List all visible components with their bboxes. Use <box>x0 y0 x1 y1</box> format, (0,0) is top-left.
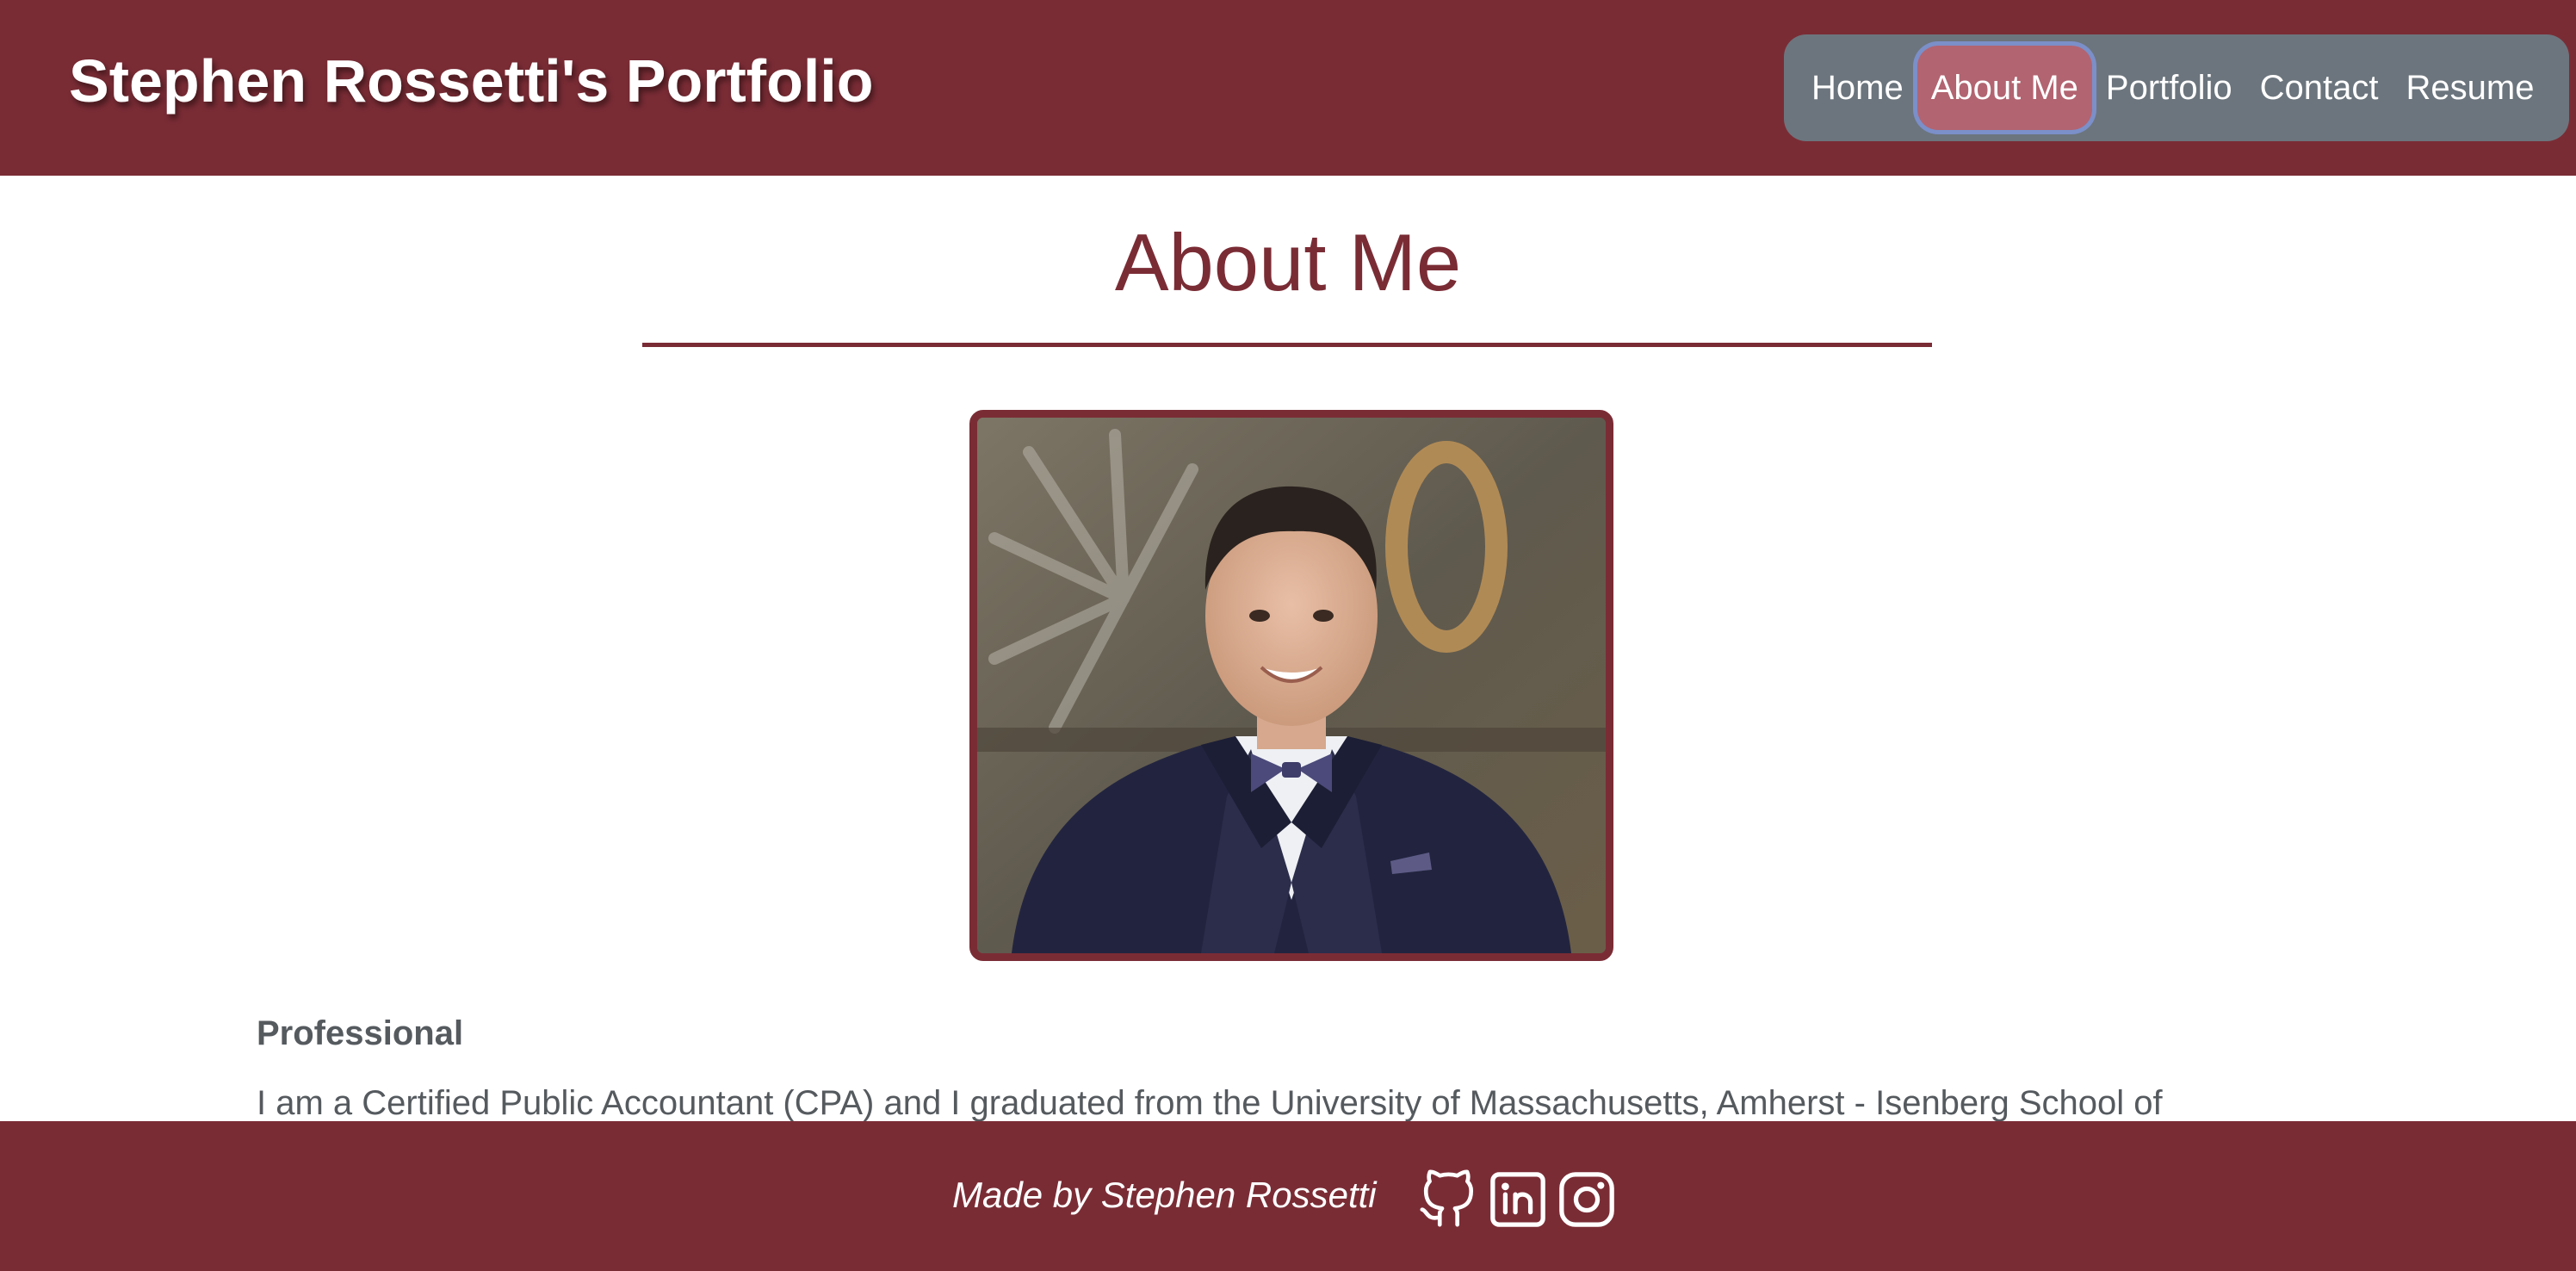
nav-contact[interactable]: Contact <box>2246 46 2393 130</box>
professional-paragraph: I am a Certified Public Accountant (CPA)… <box>257 1084 2163 1122</box>
nav-home[interactable]: Home <box>1798 46 1917 130</box>
instagram-icon[interactable] <box>1557 1169 1617 1230</box>
footer-credit: Made by Stephen Rossetti <box>952 1175 1377 1215</box>
site-header: Stephen Rossetti's Portfolio Home About … <box>0 0 2576 176</box>
main-nav: Home About Me Portfolio Contact Resume <box>1784 34 2569 141</box>
section-heading-professional: Professional <box>257 1014 464 1052</box>
heading-divider <box>642 343 1932 347</box>
site-title: Stephen Rossetti's Portfolio <box>69 47 874 115</box>
nav-resume[interactable]: Resume <box>2393 46 2548 130</box>
linkedin-icon[interactable] <box>1488 1169 1548 1230</box>
portrait-image <box>977 418 1606 953</box>
page-title: About Me <box>1114 217 1462 307</box>
site-footer: Made by Stephen Rossetti <box>0 1121 2576 1271</box>
profile-photo <box>969 410 1613 961</box>
github-icon[interactable] <box>1417 1169 1477 1230</box>
nav-portfolio[interactable]: Portfolio <box>2092 46 2246 130</box>
nav-about-me[interactable]: About Me <box>1917 46 2092 130</box>
